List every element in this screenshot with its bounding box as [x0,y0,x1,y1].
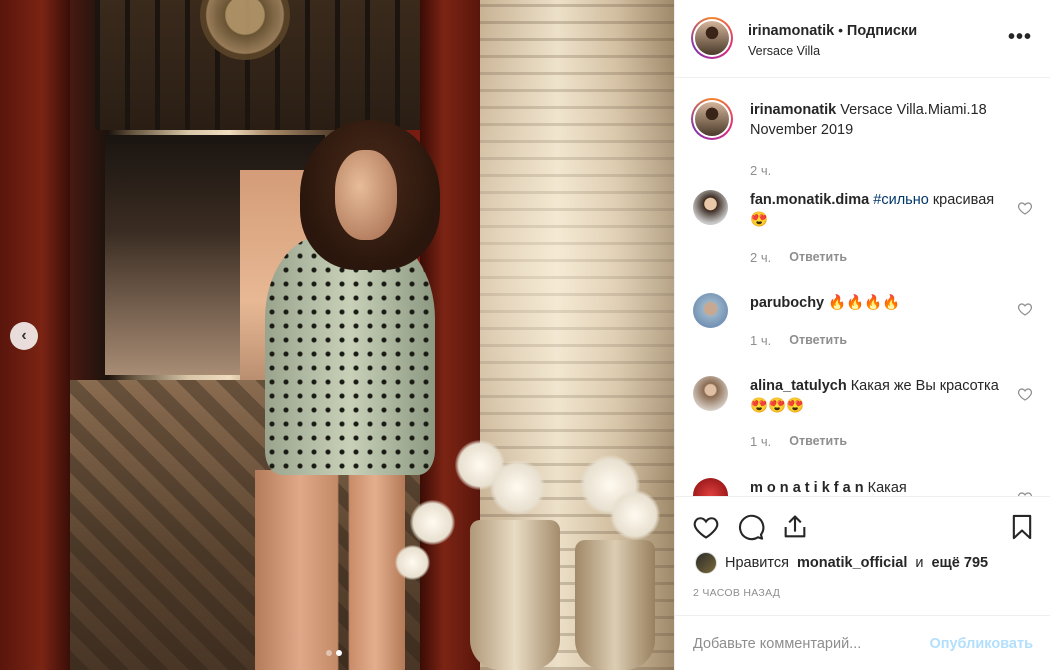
comment-username[interactable]: fan.monatik.dima [750,192,869,208]
likes-prefix: Нравится [725,555,789,571]
commenter-avatar[interactable] [693,478,728,496]
comment-time[interactable]: 2 ч. [750,250,771,265]
carousel-dot [326,650,332,656]
photo-figure-face [335,150,397,240]
commenter-avatar[interactable] [693,293,728,328]
publish-button[interactable]: Опубликовать [929,636,1033,652]
comment-time[interactable]: 1 ч. [750,333,771,348]
likes-count[interactable]: ещё 795 [931,555,988,571]
heart-icon[interactable] [1017,200,1033,216]
photo-flower-pot [470,520,560,670]
photo-flower-pot [575,540,655,670]
comments-list[interactable]: irinamonatik Versace Villa.Miami.18 Nove… [675,78,1050,496]
comment-username[interactable]: alina_tatulych [750,378,847,394]
post-side-panel: irinamonatik • Подписки Versace Villa ••… [674,0,1050,670]
post-photo[interactable]: ‹ [0,0,674,670]
reply-button[interactable]: Ответить [789,250,847,265]
liker-username[interactable]: monatik_official [797,555,907,571]
more-options-button[interactable]: ••• [1008,26,1032,49]
comment-username[interactable]: m o n a t i k f a n [750,480,864,496]
caption-username[interactable]: irinamonatik [750,102,836,118]
add-comment-bar: Опубликовать [675,615,1050,670]
author-username[interactable]: irinamonatik [748,23,834,39]
commenter-avatar[interactable] [693,190,728,225]
liker-avatar[interactable] [695,552,717,574]
author-avatar[interactable] [691,98,733,140]
heart-icon[interactable] [1017,386,1033,402]
comment-hashtag[interactable]: #сильно [873,192,929,208]
comment-icon[interactable] [737,513,765,541]
follow-button[interactable]: Подписки [847,23,917,39]
photo-orchid [610,490,660,540]
photo-figure-dress [265,235,435,475]
comment-input[interactable] [693,630,913,658]
carousel-prev-button[interactable]: ‹ [10,322,38,350]
share-icon[interactable] [781,513,809,541]
post-header: irinamonatik • Подписки Versace Villa ••… [675,0,1050,78]
author-avatar[interactable] [691,17,733,59]
comment-text: Какая [867,480,907,496]
photo-orchid [395,545,430,580]
header-separator: • [834,22,847,38]
likes-middle: и [915,555,924,571]
carousel-indicator [326,650,342,656]
comment-username[interactable]: parubochy [750,295,824,311]
heart-icon[interactable] [1017,301,1033,317]
photo-figure-legs [255,470,405,670]
caption-time[interactable]: 2 ч. [750,163,771,178]
likes-summary[interactable]: Нравится monatik_official и ещё 795 [695,552,988,574]
more-horizontal-icon: ••• [1007,26,1032,48]
comment-time[interactable]: 1 ч. [750,434,771,449]
carousel-dot-active [336,650,342,656]
commenter-avatar[interactable] [693,376,728,411]
post-timestamp[interactable]: 2 ЧАСОВ НАЗАД [693,587,780,599]
photo-orchid [410,500,455,545]
reply-button[interactable]: Ответить [789,333,847,348]
location-link[interactable]: Versace Villa [748,44,917,58]
chevron-left-icon: ‹ [21,327,27,344]
comment-text: 🔥🔥🔥🔥 [828,295,901,311]
photo-orchid [490,460,545,515]
bookmark-icon[interactable] [1008,513,1036,541]
heart-icon[interactable] [692,513,720,541]
reply-button[interactable]: Ответить [789,434,847,449]
